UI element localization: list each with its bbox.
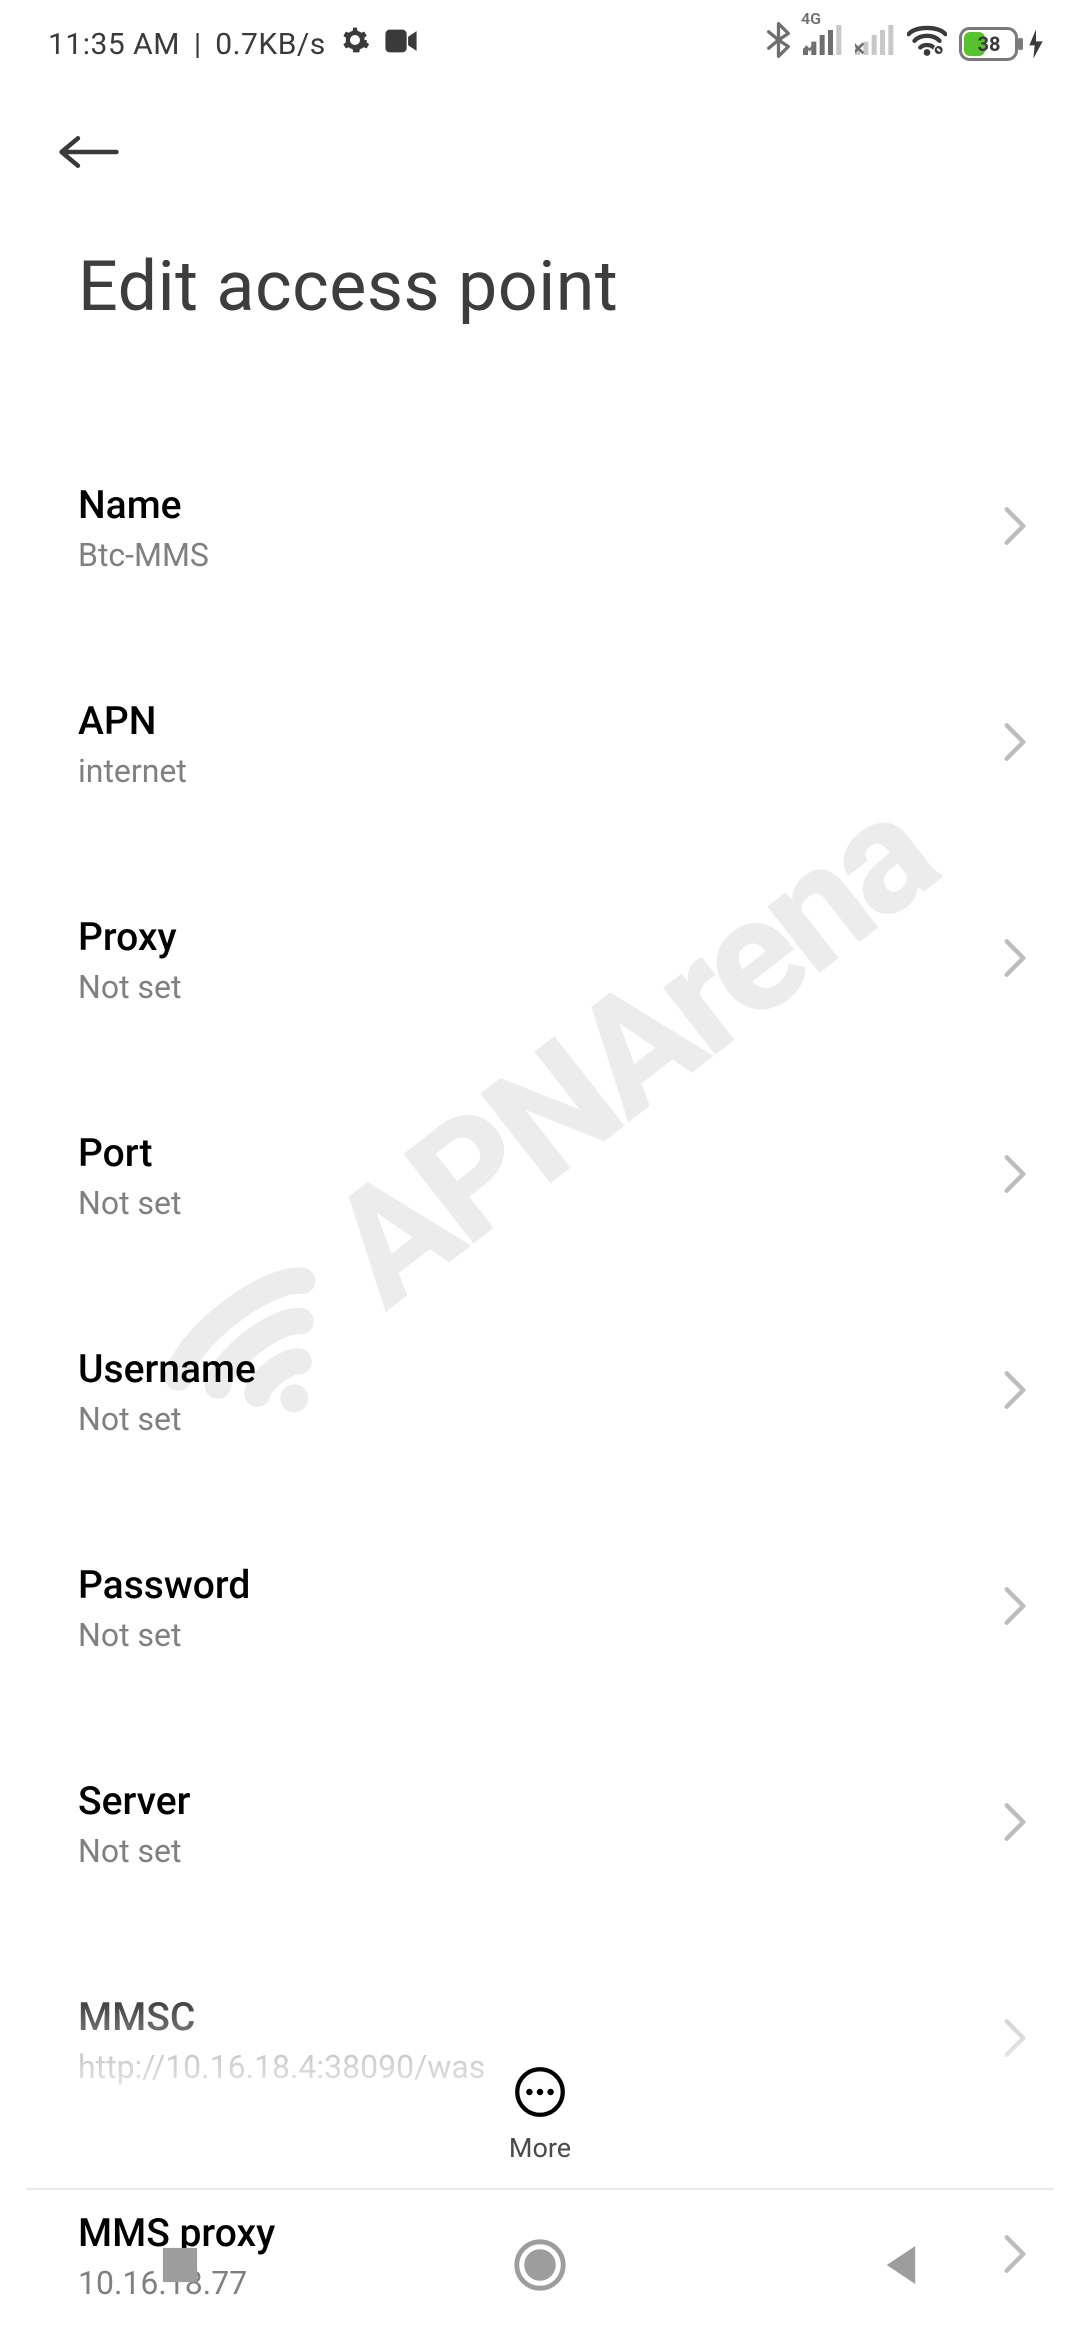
chevron-right-icon (1002, 1154, 1028, 1198)
row-value: Btc-MMS (78, 536, 1000, 574)
row-label: Proxy (78, 914, 1000, 960)
chevron-right-icon (1002, 1802, 1028, 1846)
android-nav-bar (0, 2190, 1080, 2340)
nav-home-button[interactable] (450, 2239, 630, 2291)
row-value: Not set (78, 1616, 1000, 1654)
more-label: More (509, 2132, 571, 2164)
row-name[interactable]: Name Btc-MMS (0, 448, 1080, 608)
row-proxy[interactable]: Proxy Not set (0, 880, 1080, 1040)
wifi-icon (907, 24, 947, 64)
bluetooth-icon (766, 22, 791, 66)
row-value: Not set (78, 1832, 1000, 1870)
row-label: Name (78, 482, 1000, 528)
row-value: Not set (78, 1184, 1000, 1222)
chevron-right-icon (1002, 1586, 1028, 1630)
page-title: Edit access point (0, 176, 1080, 328)
row-value: Not set (78, 968, 1000, 1006)
settings-list: Name Btc-MMS APN internet Proxy Not set … (0, 448, 1080, 2336)
status-net-rate: 0.7KB/s (215, 27, 326, 62)
status-bar: 11:35 AM | 0.7KB/s 4G (0, 0, 1080, 88)
chevron-right-icon (1002, 722, 1028, 766)
row-password[interactable]: Password Not set (0, 1528, 1080, 1688)
chevron-right-icon (1002, 938, 1028, 982)
row-username[interactable]: Username Not set (0, 1312, 1080, 1472)
signal-4g-icon: 4G (803, 25, 843, 63)
row-label: Username (78, 1346, 1000, 1392)
chevron-right-icon (1002, 2018, 1028, 2062)
signal-nosim-icon (855, 25, 895, 63)
camera-icon (384, 27, 418, 62)
chevron-right-icon (1002, 506, 1028, 550)
battery-icon: 38 (959, 27, 1044, 61)
nav-recent-button[interactable] (90, 2246, 270, 2284)
row-port[interactable]: Port Not set (0, 1096, 1080, 1256)
status-time: 11:35 AM (48, 27, 180, 62)
more-button[interactable] (514, 2066, 566, 2122)
row-value: Not set (78, 1400, 1000, 1438)
chevron-right-icon (1002, 1370, 1028, 1414)
back-button[interactable] (56, 157, 122, 176)
row-value: internet (78, 752, 1000, 790)
row-server[interactable]: Server Not set (0, 1744, 1080, 1904)
row-label: Port (78, 1130, 1000, 1176)
row-label: MMSC (78, 1994, 1000, 2040)
row-label: Password (78, 1562, 1000, 1608)
nav-back-button[interactable] (810, 2244, 990, 2286)
svg-text:38: 38 (978, 32, 1001, 56)
row-label: Server (78, 1778, 1000, 1824)
row-label: APN (78, 698, 1000, 744)
gear-icon (340, 25, 370, 63)
row-apn[interactable]: APN internet (0, 664, 1080, 824)
status-separator: | (194, 27, 201, 62)
